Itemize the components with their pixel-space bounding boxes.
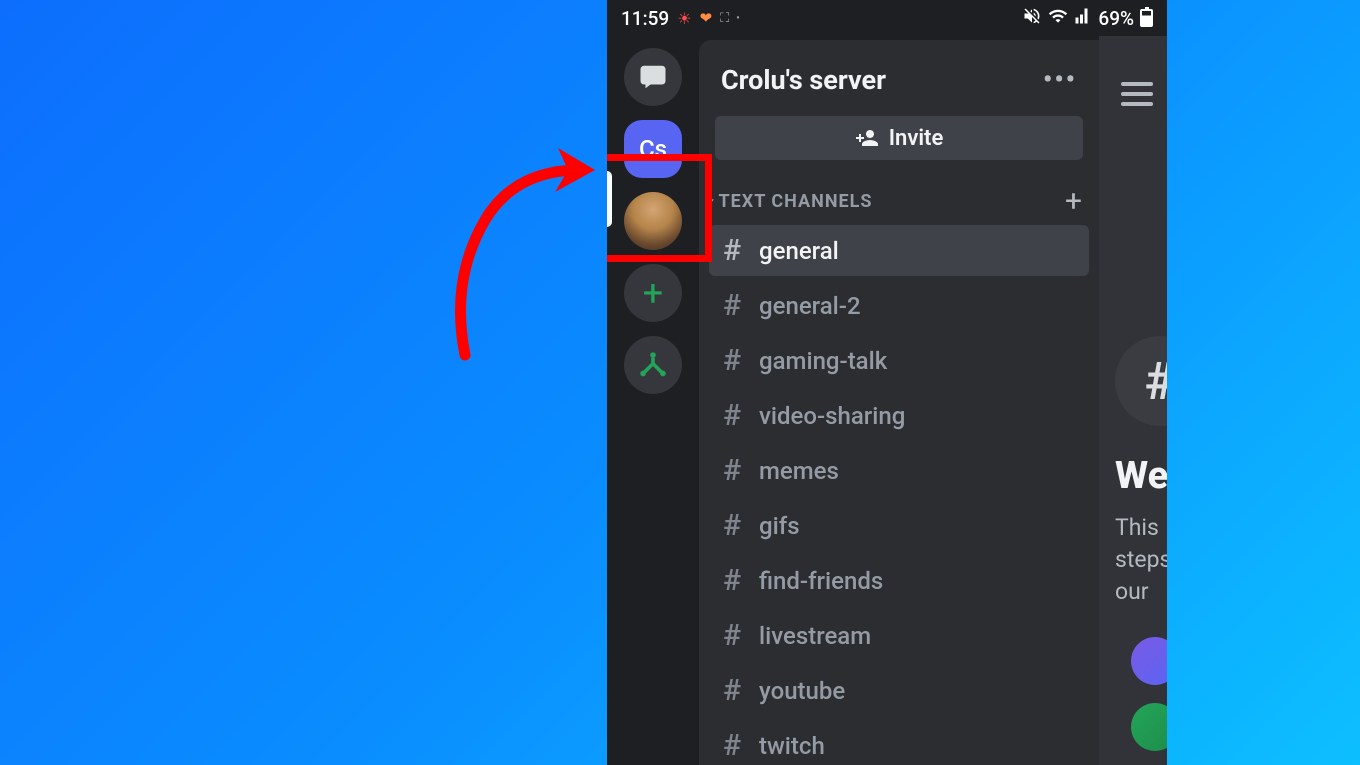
discord-body: Cs + Crolu's server ••• Invite ▾ xyxy=(607,36,1167,765)
wifi-icon xyxy=(1048,6,1068,31)
discover-button[interactable] xyxy=(624,336,682,394)
invite-button[interactable]: Invite xyxy=(715,116,1083,160)
channel-twitch[interactable]: # twitch xyxy=(709,720,1089,765)
mute-icon xyxy=(1022,6,1042,31)
channel-label: livestream xyxy=(759,622,871,650)
hash-icon: # xyxy=(723,728,747,763)
channel-youtube[interactable]: # youtube xyxy=(709,665,1089,716)
hash-icon: # xyxy=(723,343,747,378)
fullscreen-icon: ⛶ xyxy=(720,11,728,26)
channel-label: general-2 xyxy=(759,292,861,320)
hash-icon: # xyxy=(723,288,747,323)
channel-label: gifs xyxy=(759,512,800,540)
category-label: TEXT CHANNELS xyxy=(719,191,873,212)
action-pill-purple[interactable] xyxy=(1131,637,1167,685)
discord-mobile-app: 11:59 ☀ ❤ ⛶ • 69% xyxy=(607,0,1167,765)
channel-label: gaming-talk xyxy=(759,347,887,375)
more-indicator-icon: • xyxy=(736,13,740,24)
add-server-button[interactable]: + xyxy=(624,264,682,322)
channel-label: twitch xyxy=(759,732,825,760)
server-rail: Cs + xyxy=(607,36,699,765)
clock-time: 11:59 xyxy=(621,7,669,30)
channel-memes[interactable]: # memes xyxy=(709,445,1089,496)
server-initials: Cs xyxy=(639,135,667,163)
hamburger-menu-icon[interactable] xyxy=(1121,82,1167,106)
hash-icon: # xyxy=(723,673,747,708)
invite-label: Invite xyxy=(889,126,944,151)
channel-label: general xyxy=(759,237,839,265)
channel-video-sharing[interactable]: # video-sharing xyxy=(709,390,1089,441)
plus-icon: + xyxy=(643,272,663,314)
text-channels-category[interactable]: ▾ TEXT CHANNELS + xyxy=(699,178,1099,225)
action-pill-green[interactable] xyxy=(1131,703,1167,751)
channel-label: find-friends xyxy=(759,567,883,595)
channel-general-2[interactable]: # general-2 xyxy=(709,280,1089,331)
welcome-title: We xyxy=(1115,454,1167,498)
hash-icon: # xyxy=(723,398,747,433)
channel-label: youtube xyxy=(759,677,845,705)
status-left-group: 11:59 ☀ ❤ ⛶ • xyxy=(621,7,740,30)
battery-percentage: 69% xyxy=(1098,7,1134,30)
welcome-text: This steps our xyxy=(1115,512,1167,609)
server-header[interactable]: Crolu's server ••• xyxy=(699,40,1099,110)
phone-status-bar: 11:59 ☀ ❤ ⛶ • 69% xyxy=(607,0,1167,36)
channel-panel: Crolu's server ••• Invite ▾ TEXT CHANNEL… xyxy=(699,40,1099,765)
sun-icon: ☀ xyxy=(677,9,691,28)
channel-list: # general # general-2 # gaming-talk # video-sha… xyxy=(699,225,1099,765)
channel-header-hash-icon: # xyxy=(1115,336,1167,426)
server-avatar-item[interactable] xyxy=(624,192,682,250)
heart-icon: ❤ xyxy=(700,9,713,27)
server-menu-icon[interactable]: ••• xyxy=(1043,65,1077,95)
channel-find-friends[interactable]: # find-friends xyxy=(709,555,1089,606)
status-right-group: 69% xyxy=(1022,6,1153,31)
battery-icon xyxy=(1140,9,1153,27)
direct-messages-button[interactable] xyxy=(624,48,682,106)
server-title: Crolu's server xyxy=(721,64,886,96)
channel-label: video-sharing xyxy=(759,402,905,430)
channel-livestream[interactable]: # livestream xyxy=(709,610,1089,661)
invite-person-icon xyxy=(855,126,879,150)
hash-icon: # xyxy=(723,508,747,543)
active-server-indicator xyxy=(607,171,612,227)
channel-label: memes xyxy=(759,457,839,485)
signal-icon xyxy=(1074,7,1092,29)
add-channel-button[interactable]: + xyxy=(1065,184,1083,219)
server-crolus-server[interactable]: Cs xyxy=(624,120,682,178)
content-preview-sliver: # We This steps our xyxy=(1099,36,1167,765)
channel-gaming-talk[interactable]: # gaming-talk xyxy=(709,335,1089,386)
channel-general[interactable]: # general xyxy=(709,225,1089,276)
hash-icon: # xyxy=(723,453,747,488)
hash-icon: # xyxy=(723,563,747,598)
hash-icon: # xyxy=(723,233,747,268)
chevron-down-icon: ▾ xyxy=(707,196,715,207)
hash-icon: # xyxy=(723,618,747,653)
channel-gifs[interactable]: # gifs xyxy=(709,500,1089,551)
